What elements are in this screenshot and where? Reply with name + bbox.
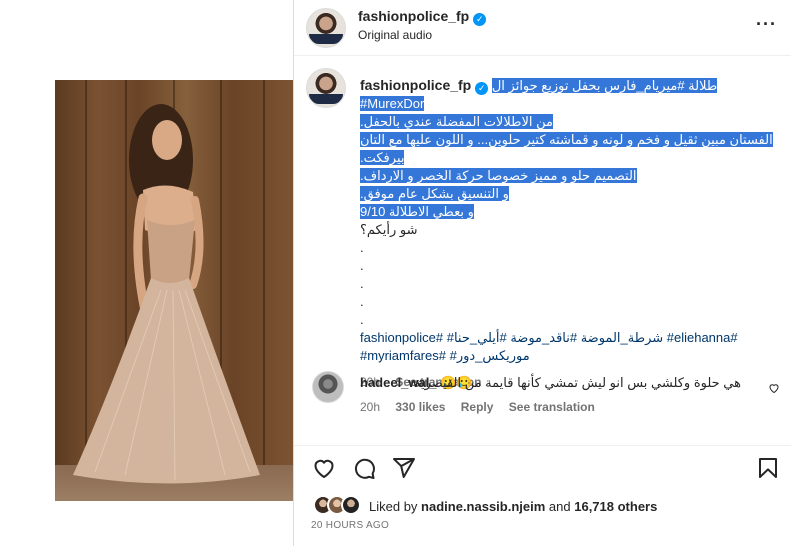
author-username-text[interactable]: fashionpolice_fp <box>358 8 469 24</box>
caption-line-7: شو رأيكم؟ <box>360 222 418 237</box>
comment-icon[interactable] <box>352 456 376 480</box>
verified-badge-icon: ✓ <box>475 82 489 95</box>
caption-dot: . <box>360 276 364 291</box>
post-caption: fashionpolice_fp ✓ طلالة #ميريام_فارس بحف… <box>360 76 780 391</box>
likes-user[interactable]: nadine.nassib.njeim <box>421 499 545 514</box>
caption-dot: . <box>360 312 364 327</box>
caption-hashtags-1[interactable]: fashionpolice# #شرطة_الموضة #ناقد_موضة #… <box>360 329 780 347</box>
post-timestamp[interactable]: 20 HOURS AGO <box>311 520 389 531</box>
caption-dot: . <box>360 294 364 309</box>
heart-icon[interactable] <box>312 456 336 480</box>
caption-dot: . <box>360 240 364 255</box>
liker-avatars[interactable] <box>313 495 369 517</box>
caption-line-4: التصميم حلو و مميز خصوصا حركة الخصر و ال… <box>360 168 637 183</box>
comment-heart-icon[interactable] <box>768 382 780 394</box>
caption-username[interactable]: fashionpolice_fp <box>360 77 471 93</box>
comment-time[interactable]: 20h <box>360 400 380 414</box>
post-header: fashionpolice_fp ✓ Original audio ··· <box>294 0 791 56</box>
comment-reply-button[interactable]: Reply <box>461 400 494 414</box>
audio-label[interactable]: Original audio <box>358 28 432 42</box>
caption-hashtags-2[interactable]: موريكس_دور# #myriamfares# <box>360 347 780 365</box>
comment-likes[interactable]: 330 likes <box>395 400 445 414</box>
share-icon[interactable] <box>392 456 416 480</box>
author-username[interactable]: fashionpolice_fp ✓ <box>358 8 487 26</box>
comment-text: هي حلوة وكلشي بس انو ليش تمشي كأنها قايم… <box>413 375 741 390</box>
more-icon[interactable]: ··· <box>756 14 777 35</box>
caption-line-5: و التنسيق بشكل عام موفق. <box>360 186 509 201</box>
caption-author-avatar[interactable] <box>306 68 346 108</box>
comment-meta: 20h 330 likes Reply See translation <box>360 400 595 414</box>
caption-dot: . <box>360 258 364 273</box>
post-photo[interactable] <box>55 80 293 501</box>
likes-summary: Liked by nadine.nassib.njeim and 16,718 … <box>313 495 657 517</box>
likes-middle: and <box>545 498 575 514</box>
media-pane <box>0 0 293 546</box>
comment-item: hadeel_wal_ 🥲🥲 هي حلوة وكلشي بس انو ليش … <box>306 367 779 417</box>
commenter-avatar[interactable] <box>312 371 344 403</box>
action-bar <box>294 445 791 491</box>
caption-line-3: الفستان مبين ثقيل و فخم و لونه و قماشته … <box>360 132 773 165</box>
author-avatar[interactable] <box>306 8 346 48</box>
dress-figure-illustration <box>73 104 260 484</box>
bookmark-icon[interactable] <box>756 456 780 480</box>
likes-text: Liked by nadine.nassib.njeim and 16,718 … <box>369 499 657 514</box>
likes-prefix: Liked by <box>369 498 422 514</box>
caption-line-2: من الاطلالات المفضلة عندي بالحفل. <box>360 114 553 129</box>
verified-badge-icon: ✓ <box>473 13 487 26</box>
likes-count[interactable]: 16,718 others <box>574 499 657 514</box>
liker-avatar <box>341 495 361 515</box>
comment-see-translation[interactable]: See translation <box>509 400 595 414</box>
caption-line-6: و بعطي الاطلالة 9/10 <box>360 204 474 219</box>
